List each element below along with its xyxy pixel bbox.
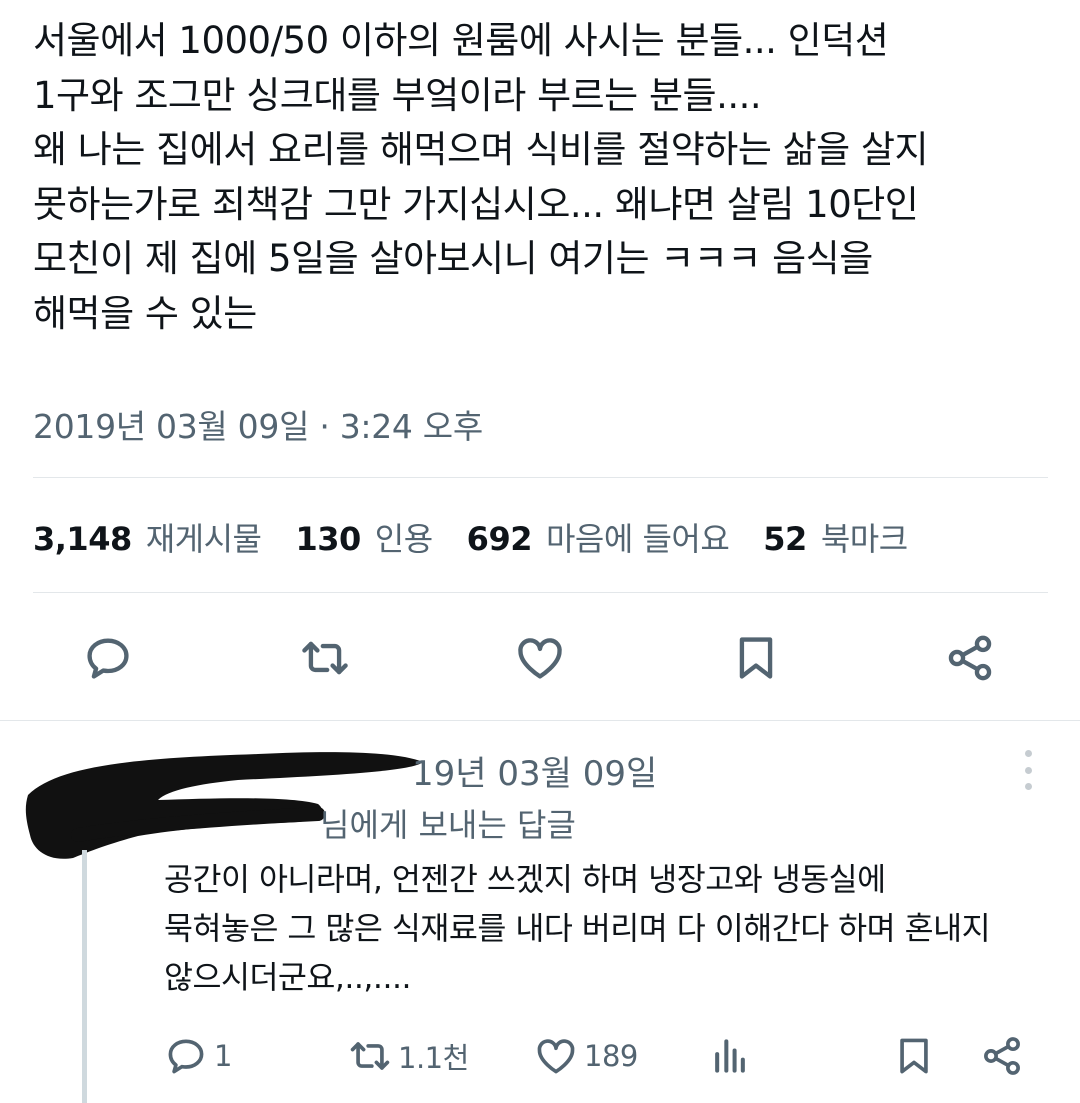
views-icon bbox=[715, 1039, 745, 1073]
stat-reposts-label: 재게시물 bbox=[145, 520, 262, 558]
divider bbox=[0, 720, 1080, 721]
tweet-detail-page: 서울에서 1000/50 이하의 원룸에 사시는 분들... 인덕션 1구와 조… bbox=[0, 0, 1080, 1103]
stat-bookmarks-count: 52 bbox=[763, 520, 807, 558]
reply-button[interactable] bbox=[78, 630, 138, 686]
reply-share-button[interactable] bbox=[980, 1028, 1024, 1084]
stat-likes-count: 692 bbox=[466, 520, 533, 558]
divider bbox=[33, 592, 1048, 593]
more-dot bbox=[1024, 750, 1032, 757]
stat-quotes-label: 인용 bbox=[374, 520, 433, 558]
reply-count: 1 bbox=[214, 1039, 232, 1073]
like-count: 189 bbox=[584, 1039, 638, 1073]
stat-quotes-count: 130 bbox=[295, 520, 361, 558]
stat-likes-label: 마음에 들어요 bbox=[545, 520, 730, 558]
more-dot bbox=[1024, 783, 1032, 790]
bookmark-icon bbox=[739, 637, 773, 679]
reply-action-bar: 1 1.1천 189 bbox=[0, 1028, 1080, 1084]
stat-likes[interactable]: 692 마음에 들어요 bbox=[467, 514, 730, 560]
tweet-text: 서울에서 1000/50 이하의 원룸에 사시는 분들... 인덕션 1구와 조… bbox=[33, 19, 929, 335]
stat-reposts-count: 3,148 bbox=[33, 520, 132, 558]
retweet-button[interactable] bbox=[295, 630, 355, 686]
retweet-icon bbox=[302, 641, 348, 675]
reply-retweet-button[interactable]: 1.1천 bbox=[348, 1028, 469, 1084]
share-button[interactable] bbox=[940, 630, 1000, 686]
tweet-action-bar bbox=[0, 630, 1080, 686]
reply-text: 공간이 아니라며, 언젠간 쓰겠지 하며 냉장고와 냉동실에 묵혀놓은 그 많은… bbox=[164, 862, 991, 996]
reply-to-label: 님에게 보내는 답글 bbox=[320, 806, 576, 844]
tweet-stats: 3,148 재게시물 130 인용 692 마음에 들어요 52 북마크 bbox=[33, 512, 942, 562]
reply-icon bbox=[87, 638, 129, 679]
more-dot bbox=[1024, 766, 1032, 774]
like-button[interactable] bbox=[510, 630, 570, 686]
reply-icon bbox=[168, 1039, 204, 1074]
stat-quotes[interactable]: 130 인용 bbox=[295, 514, 433, 560]
divider bbox=[33, 477, 1048, 478]
reply-date[interactable]: 19년 03월 09일 bbox=[412, 746, 657, 795]
retweet-count: 1.1천 bbox=[398, 1041, 469, 1075]
stat-bookmarks-label: 북마크 bbox=[820, 520, 908, 558]
bookmark-button[interactable] bbox=[726, 630, 786, 686]
bookmark-icon bbox=[900, 1038, 928, 1074]
stat-reposts[interactable]: 3,148 재게시물 bbox=[33, 514, 262, 560]
more-options-button[interactable] bbox=[1010, 750, 1046, 790]
reply-reply-button[interactable]: 1 bbox=[164, 1028, 232, 1084]
like-icon bbox=[518, 638, 562, 679]
stat-bookmarks[interactable]: 52 북마크 bbox=[763, 514, 908, 560]
share-icon bbox=[984, 1037, 1020, 1075]
tweet-timestamp[interactable]: 2019년 03월 09일 · 3:24 오후 bbox=[33, 400, 483, 448]
retweet-icon bbox=[350, 1042, 390, 1070]
like-icon bbox=[537, 1039, 575, 1074]
reply-like-button[interactable]: 189 bbox=[534, 1028, 638, 1084]
reply-bookmark-button[interactable] bbox=[892, 1028, 936, 1084]
share-icon bbox=[948, 635, 992, 681]
reply-views-button[interactable] bbox=[708, 1028, 752, 1084]
